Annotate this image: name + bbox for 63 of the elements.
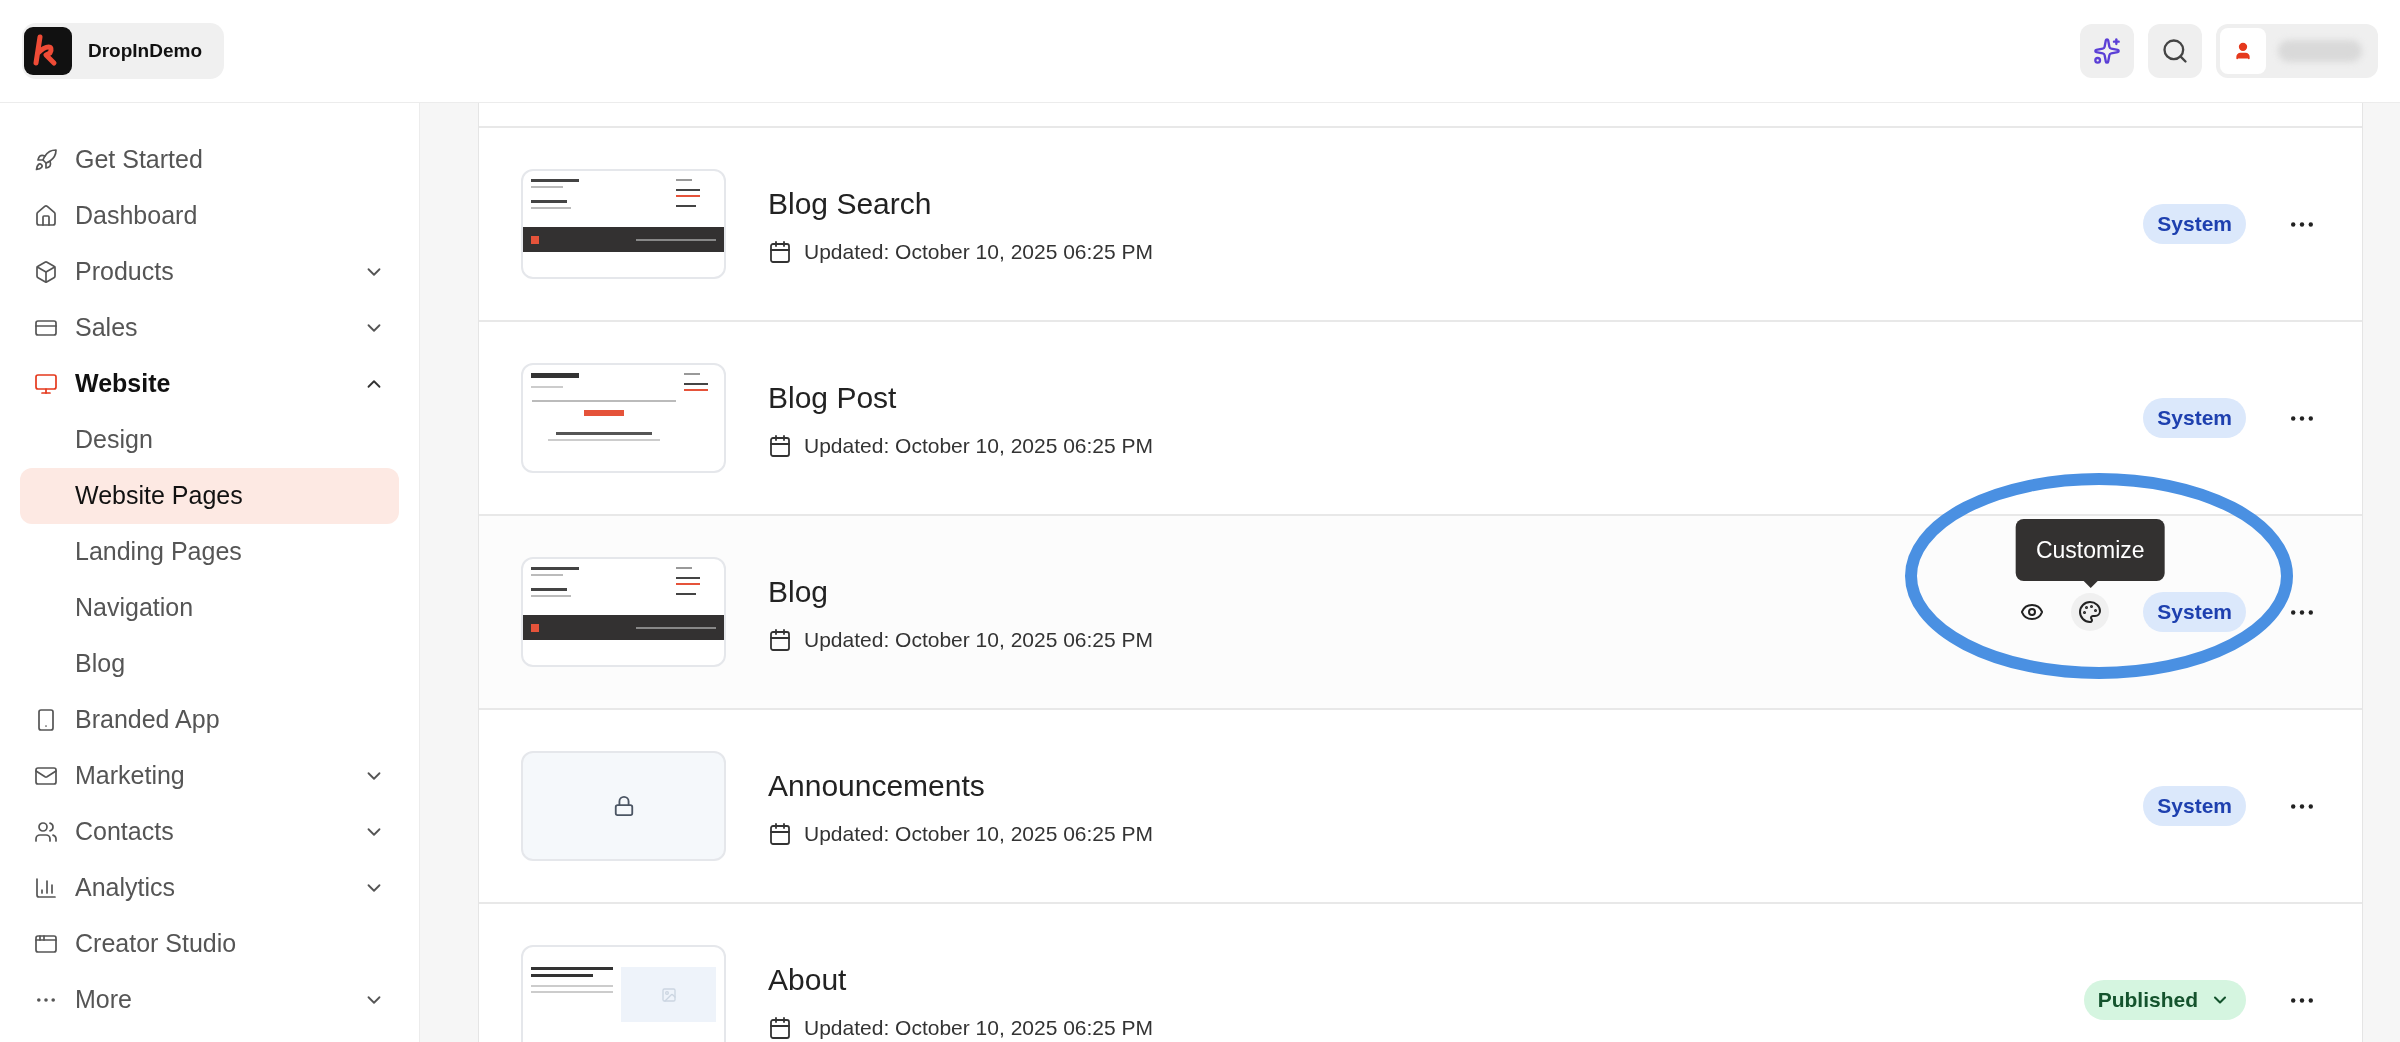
dots-icon: [2291, 221, 2313, 227]
dots-icon: [2291, 997, 2313, 1003]
ai-sparkle-button[interactable]: [2080, 24, 2134, 78]
sidebar-item[interactable]: Website: [20, 356, 399, 412]
sidebar-subitem[interactable]: Navigation: [20, 580, 399, 636]
sparkle-icon: [2093, 37, 2121, 65]
sidebar-item[interactable]: Branded App: [20, 692, 399, 748]
sidebar-subitem[interactable]: Landing Pages: [20, 524, 399, 580]
page-title: Blog Post: [768, 379, 898, 416]
sidebar-item[interactable]: More: [20, 972, 399, 1028]
person-icon: [2233, 41, 2253, 61]
page-title: Blog: [768, 573, 830, 610]
brand-name: DropInDemo: [88, 38, 202, 63]
calendar-icon: [768, 239, 792, 264]
logo-icon: [24, 27, 72, 75]
dots-icon: [2291, 415, 2313, 421]
house-icon: [34, 204, 58, 228]
customize-button[interactable]: [2071, 593, 2110, 631]
sidebar-subitem[interactable]: Website Pages: [20, 468, 399, 524]
dots-icon: [37, 998, 55, 1002]
sidebar-item[interactable]: Sales: [20, 300, 399, 356]
palette-icon: [2078, 600, 2103, 624]
sidebar-item[interactable]: Analytics: [20, 860, 399, 916]
box-icon: [34, 260, 58, 284]
monitor-icon: [34, 372, 58, 396]
dots-icon: [2291, 609, 2313, 615]
updated-date: Updated: October 10, 2025 06:25 PM: [804, 1014, 1154, 1041]
brand-button[interactable]: DropInDemo: [22, 23, 224, 79]
lock-icon: [612, 795, 635, 817]
rocket-icon: [34, 148, 58, 172]
search-button[interactable]: [2148, 24, 2202, 78]
window-icon: [34, 932, 58, 956]
sidebar-item[interactable]: Creator Studio: [20, 916, 399, 972]
bar-chart-icon: [34, 876, 58, 900]
status-badge: System: [2143, 786, 2246, 826]
sidebar-item[interactable]: Contacts: [20, 804, 399, 860]
page-row[interactable]: Blog Updated: October 10, 2025 06:25 PM Customize System: [479, 516, 2362, 710]
calendar-icon: [768, 433, 792, 458]
sidebar-subitem[interactable]: Blog: [20, 636, 399, 692]
updated-date: Updated: October 10, 2025 06:25 PM: [804, 626, 1154, 653]
page-title: Blog Search: [768, 185, 933, 222]
sidebar-item[interactable]: Get Started: [20, 132, 399, 188]
page-title: About: [768, 961, 848, 998]
status-badge: System: [2143, 204, 2246, 244]
people-icon: [34, 820, 58, 844]
envelope-icon: [34, 764, 58, 788]
sidebar-subitem[interactable]: Design: [20, 412, 399, 468]
calendar-icon: [768, 627, 792, 652]
sidebar-item[interactable]: Dashboard: [20, 188, 399, 244]
sidebar-item[interactable]: Marketing: [20, 748, 399, 804]
calendar-icon: [768, 821, 792, 846]
updated-date: Updated: October 10, 2025 06:25 PM: [804, 432, 1154, 459]
page-title: Announcements: [768, 767, 986, 804]
status-badge: System: [2143, 398, 2246, 438]
sidebar-item[interactable]: Products: [20, 244, 399, 300]
tooltip-arrow: [2082, 580, 2099, 588]
updated-date: Updated: October 10, 2025 06:25 PM: [804, 238, 1154, 265]
status-badge: System: [2143, 592, 2246, 632]
status-dropdown[interactable]: Published: [2083, 980, 2246, 1020]
dots-icon: [2291, 803, 2313, 809]
search-icon: [2161, 37, 2189, 65]
updated-date: Updated: October 10, 2025 06:25 PM: [804, 820, 1154, 847]
calendar-icon: [768, 1015, 792, 1040]
